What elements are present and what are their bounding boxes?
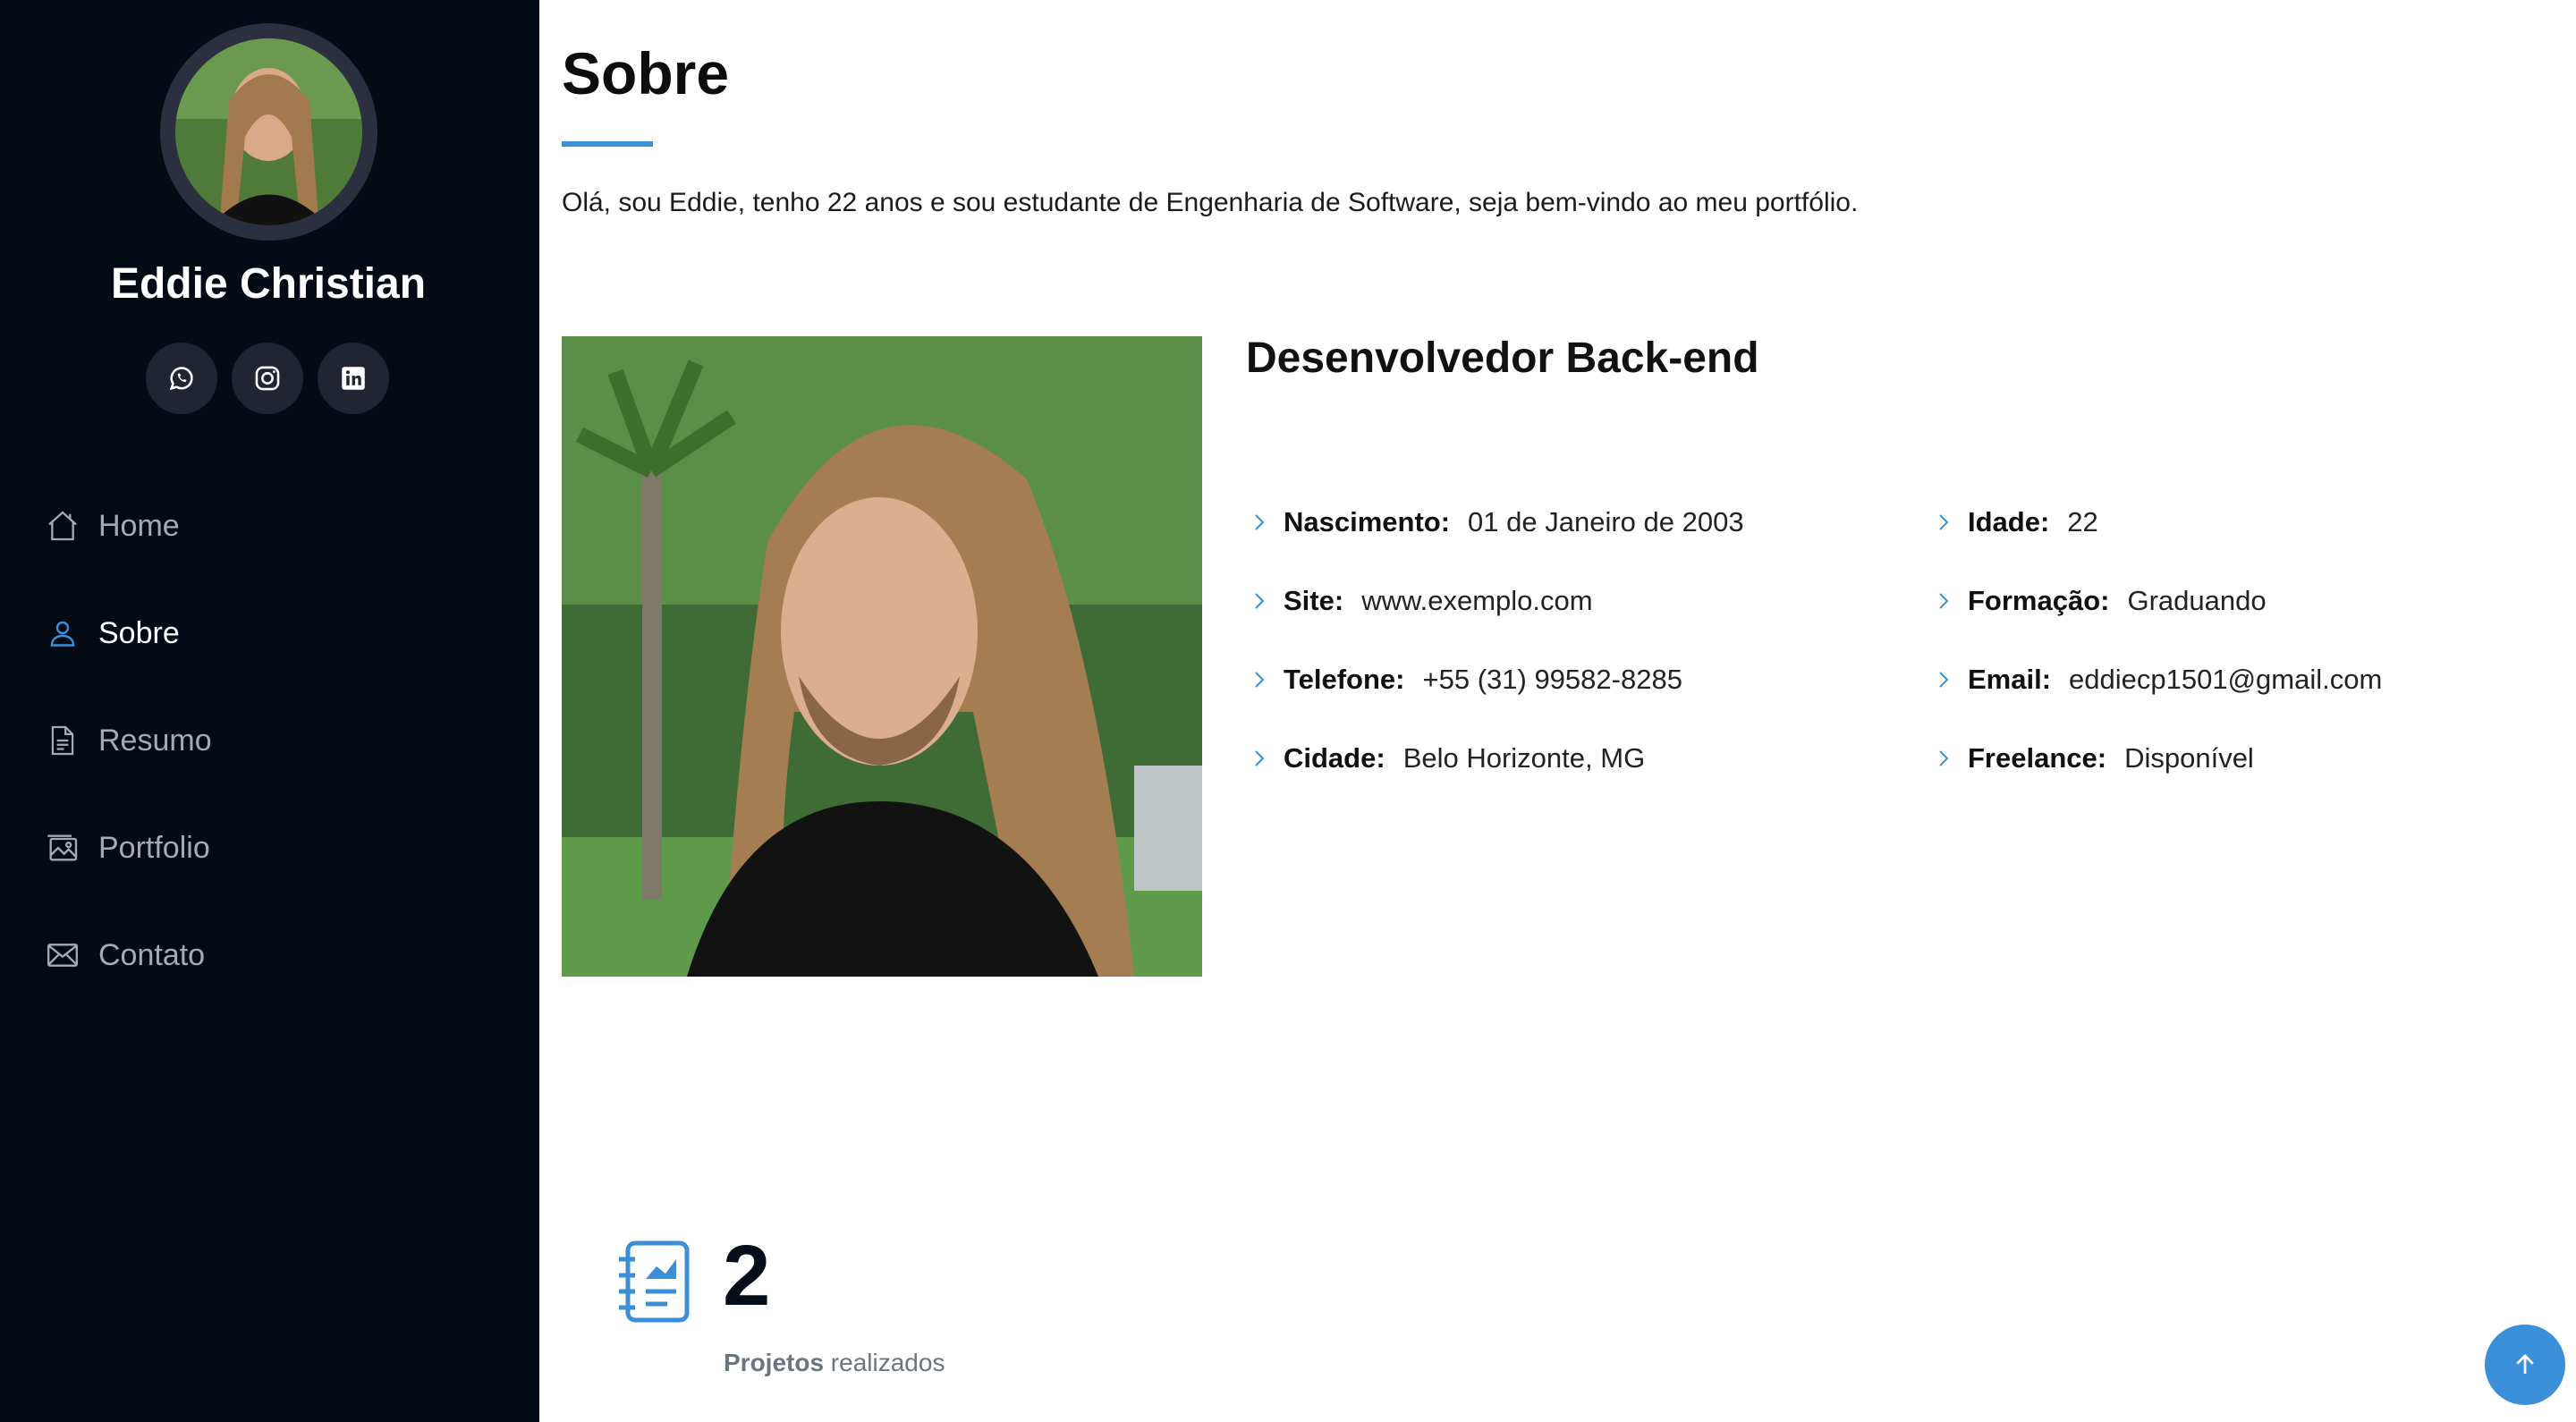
role-title: Desenvolvedor Back-end xyxy=(1246,334,1759,382)
info-value: www.exemplo.com xyxy=(1361,585,1593,616)
journal-chart-icon xyxy=(615,1240,692,1324)
info-key: Idade: xyxy=(1968,506,2050,537)
avatar xyxy=(175,38,362,225)
info-value: eddiecp1501@gmail.com xyxy=(2069,664,2383,695)
home-icon xyxy=(43,506,82,546)
chevron-right-icon xyxy=(1246,666,1273,693)
projects-label-bold: Projetos xyxy=(724,1349,825,1376)
info-key: Email: xyxy=(1968,664,2052,695)
info-item-cidade: Cidade: Belo Horizonte, MG xyxy=(1246,719,1744,798)
nav-item-label: Contato xyxy=(98,937,206,972)
chevron-right-icon xyxy=(1930,666,1957,693)
whatsapp-icon xyxy=(169,367,193,391)
info-key: Cidade: xyxy=(1284,742,1385,774)
chevron-right-icon xyxy=(1930,588,1957,614)
nav-item-label: Portfolio xyxy=(98,830,210,865)
side-nav: Home Sobre Resumo Portfolio Contato xyxy=(43,472,508,1009)
sidebar: Eddie Christian Home Sobre Resumo Portfo… xyxy=(0,0,539,1422)
nav-item-contato[interactable]: Contato xyxy=(43,901,508,1009)
nav-item-sobre[interactable]: Sobre xyxy=(43,580,508,687)
info-list-left: Nascimento: 01 de Janeiro de 2003 Site: … xyxy=(1246,483,1744,798)
info-key: Site: xyxy=(1284,585,1344,616)
chevron-right-icon xyxy=(1246,509,1273,536)
projects-label-rest: realizados xyxy=(824,1349,945,1376)
nav-item-resumo[interactable]: Resumo xyxy=(43,687,508,794)
info-item-freelance: Freelance: Disponível xyxy=(1930,719,2382,798)
info-item-telefone: Telefone: +55 (31) 99582-8285 xyxy=(1246,640,1744,719)
chevron-right-icon xyxy=(1246,745,1273,772)
file-text-icon xyxy=(43,721,82,760)
info-value: +55 (31) 99582-8285 xyxy=(1422,664,1682,695)
info-key: Freelance: xyxy=(1968,742,2107,774)
person-icon xyxy=(43,614,82,653)
envelope-icon xyxy=(43,935,82,975)
whatsapp-button[interactable] xyxy=(146,343,217,414)
info-key: Nascimento: xyxy=(1284,506,1451,537)
back-to-top-button[interactable] xyxy=(2485,1325,2565,1405)
arrow-up-icon xyxy=(2516,1354,2534,1374)
section-title: Sobre xyxy=(562,40,730,106)
profile-photo xyxy=(562,336,1202,977)
info-item-site: Site: www.exemplo.com xyxy=(1246,562,1744,640)
info-key: Telefone: xyxy=(1284,664,1405,695)
intro-text: Olá, sou Eddie, tenho 22 anos e sou estu… xyxy=(562,188,1859,217)
info-value: Belo Horizonte, MG xyxy=(1402,742,1646,774)
info-value: 01 de Janeiro de 2003 xyxy=(1468,506,1744,537)
info-value: Graduando xyxy=(2127,585,2267,616)
social-links xyxy=(146,343,389,414)
chevron-right-icon xyxy=(1246,588,1273,614)
info-key: Formação: xyxy=(1968,585,2110,616)
nav-item-home[interactable]: Home xyxy=(43,472,508,580)
avatar-frame xyxy=(160,23,377,241)
images-icon xyxy=(43,828,82,868)
nav-item-label: Resumo xyxy=(98,723,212,758)
info-value: 22 xyxy=(2067,506,2098,537)
main-content: Sobre Olá, sou Eddie, tenho 22 anos e so… xyxy=(539,0,2576,1422)
info-item-nascimento: Nascimento: 01 de Janeiro de 2003 xyxy=(1246,483,1744,562)
info-list-right: Idade: 22 Formação: Graduando Email: edd… xyxy=(1930,483,2382,798)
nav-item-label: Home xyxy=(98,508,180,543)
linkedin-icon xyxy=(342,367,365,390)
nav-item-label: Sobre xyxy=(98,615,180,650)
projects-count: 2 xyxy=(723,1228,771,1324)
info-item-formacao: Formação: Graduando xyxy=(1930,562,2382,640)
linkedin-button[interactable] xyxy=(318,343,389,414)
instagram-icon xyxy=(255,366,280,391)
profile-name: Eddie Christian xyxy=(110,260,427,308)
instagram-button[interactable] xyxy=(232,343,303,414)
info-item-email: Email: eddiecp1501@gmail.com xyxy=(1930,640,2382,719)
nav-item-portfolio[interactable]: Portfolio xyxy=(43,794,508,901)
info-value: Disponível xyxy=(2124,742,2254,774)
title-underline xyxy=(562,141,653,147)
info-item-idade: Idade: 22 xyxy=(1930,483,2382,562)
chevron-right-icon xyxy=(1930,509,1957,536)
chevron-right-icon xyxy=(1930,745,1957,772)
projects-label: Projetos realizados xyxy=(724,1349,945,1377)
